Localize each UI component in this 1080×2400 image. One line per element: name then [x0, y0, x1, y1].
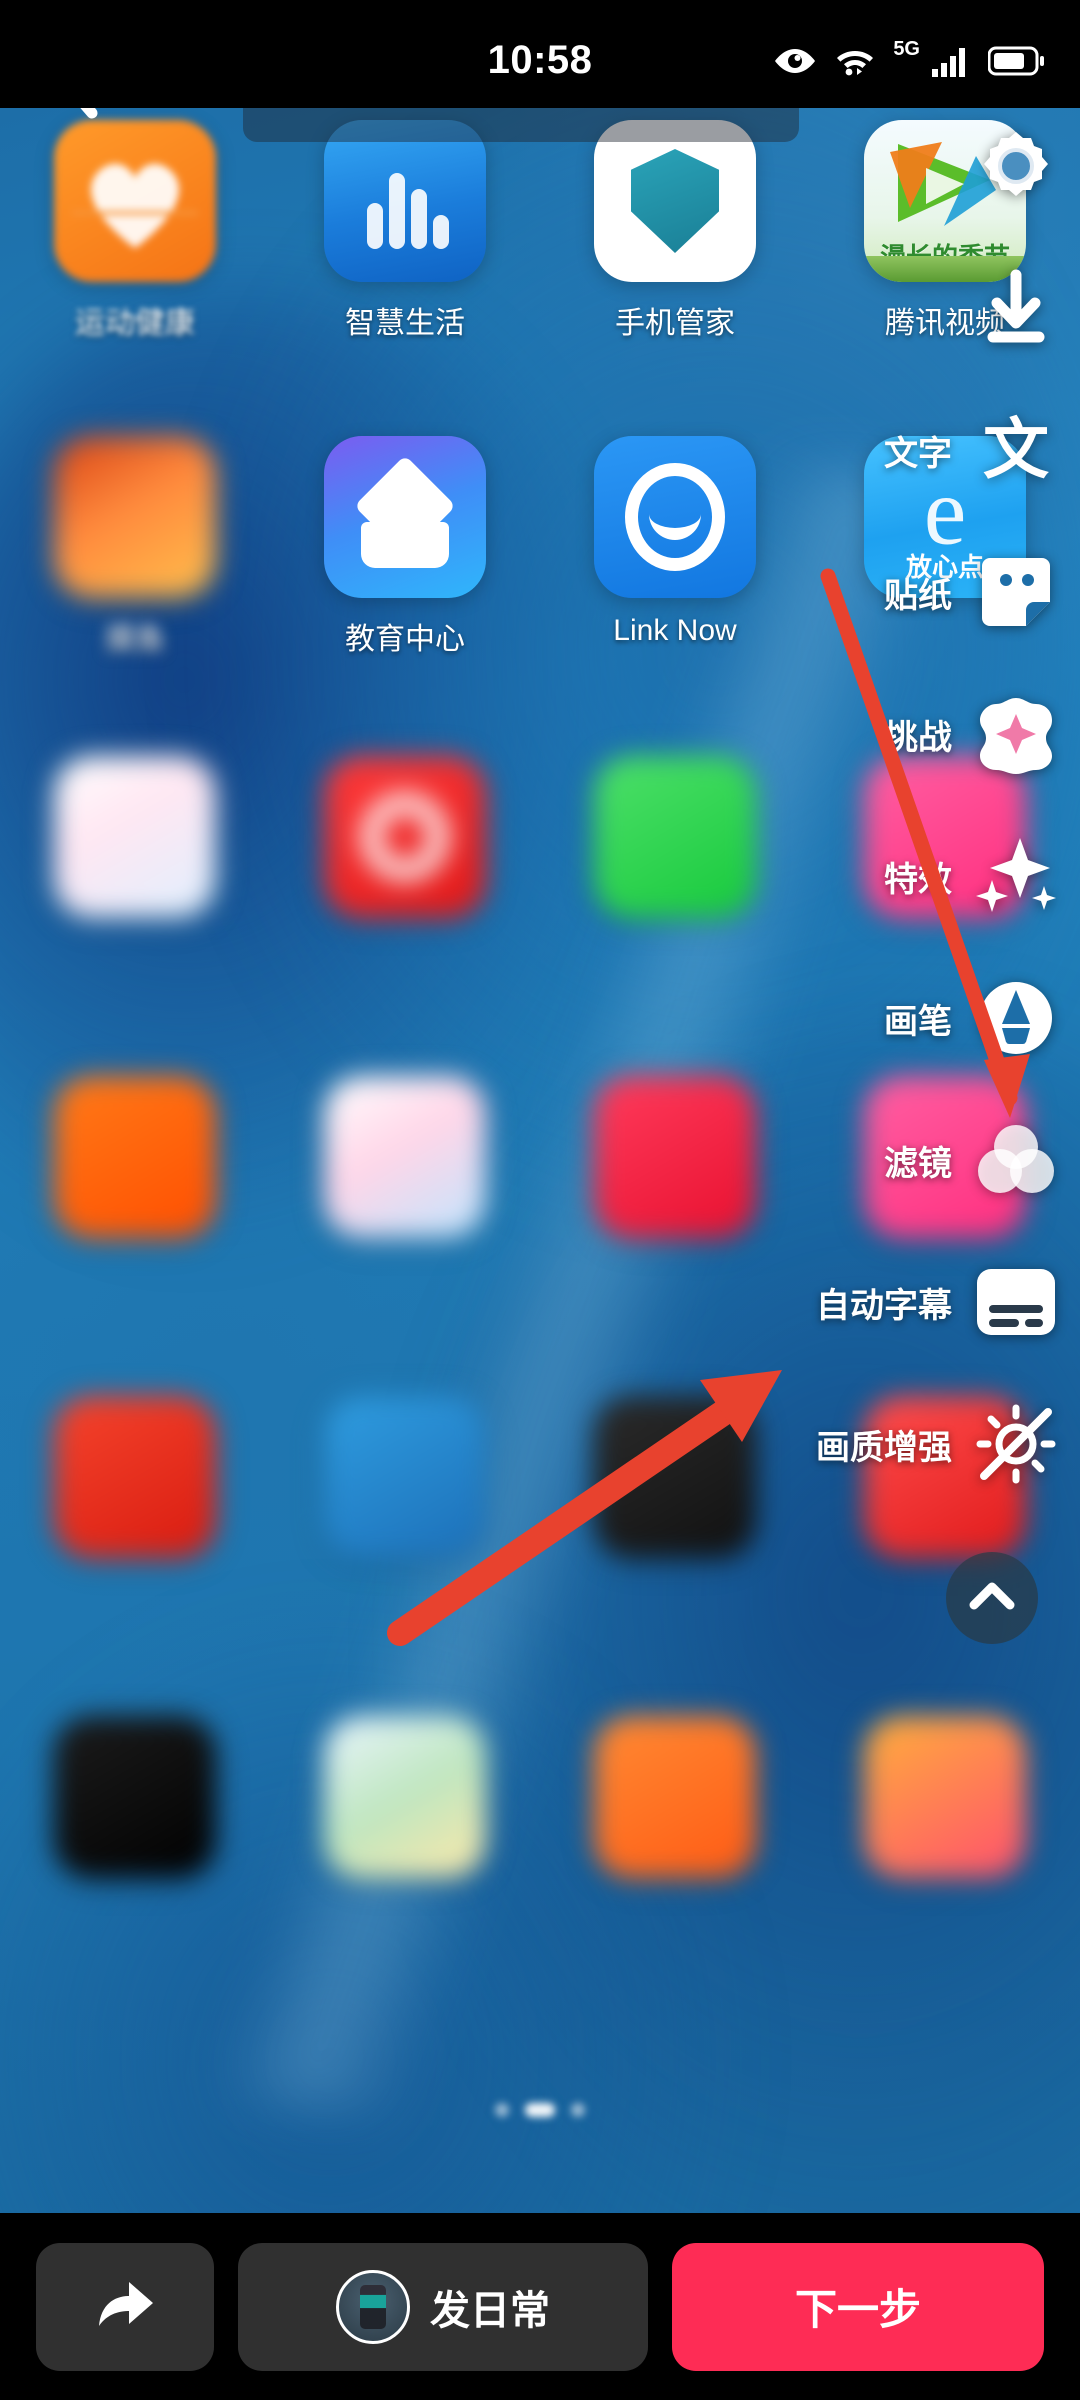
app-label: [671, 1574, 679, 1608]
app-label: 运动健康: [75, 307, 195, 340]
character-app-icon: [324, 1396, 486, 1558]
home-page-indicator: [0, 2103, 1080, 2117]
editor-bottom-bar: 发日常 下一步: [0, 2213, 1080, 2400]
tool-auto-caption[interactable]: 自动字幕: [728, 1256, 1058, 1348]
app-label: [941, 1894, 949, 1928]
battery-icon: [988, 46, 1044, 76]
app-tile[interactable]: [0, 1068, 270, 1368]
tool-filter[interactable]: 滤镜: [728, 1114, 1058, 1206]
download-icon: [974, 266, 1058, 350]
svg-text:文: 文: [983, 412, 1049, 486]
status-bar: 10:58 5G: [0, 0, 1080, 108]
app-label: [671, 1894, 679, 1928]
tool-label: 滤镜: [884, 1144, 952, 1183]
app-tile[interactable]: 教育中心: [270, 428, 540, 728]
app-tile[interactable]: 智慧生活: [270, 112, 540, 412]
app-tile[interactable]: [540, 1708, 810, 2008]
challenge-icon: [974, 692, 1058, 776]
tool-label: 画笔: [884, 1002, 952, 1041]
network-type-label: 5G: [893, 38, 920, 60]
tool-challenge[interactable]: 挑战: [728, 688, 1058, 780]
app-tile[interactable]: [0, 1388, 270, 1688]
tool-label: 挑战: [884, 718, 952, 757]
tool-label: 贴纸: [884, 576, 952, 615]
effects-sparkle-icon: [974, 834, 1058, 918]
app-tile[interactable]: [270, 748, 540, 1048]
chevron-up-icon: [969, 1581, 1015, 1616]
app-label: [401, 1894, 409, 1928]
smart-life-icon: [324, 120, 486, 282]
app-tile[interactable]: 摸鱼: [0, 428, 270, 728]
netease-music-icon: [324, 756, 486, 918]
app-tile[interactable]: [270, 1708, 540, 2008]
taobao-icon: [54, 1076, 216, 1238]
app-tile[interactable]: [810, 1708, 1080, 2008]
wifi-icon: [834, 45, 876, 77]
eye-comfort-icon: [773, 47, 817, 75]
tool-effects[interactable]: 特效: [728, 830, 1058, 922]
huawei-health-icon: [54, 120, 216, 282]
share-button[interactable]: [36, 2242, 214, 2371]
tool-label: 画质增强: [816, 1428, 952, 1467]
brush-icon: [974, 976, 1058, 1060]
avatar: [336, 2269, 410, 2344]
tool-sticker[interactable]: 贴纸: [728, 546, 1058, 638]
app-label: [131, 934, 139, 968]
app-label: Link Now: [613, 614, 737, 647]
gallery-icon: [54, 756, 216, 918]
app-label: 教育中心: [345, 623, 465, 656]
share-arrow-icon: [91, 2274, 159, 2339]
app-tile[interactable]: [270, 1068, 540, 1368]
sticker-icon: [974, 550, 1058, 634]
jd-icon: [54, 1396, 216, 1558]
settings-gear-icon: [974, 124, 1058, 208]
next-step-label: 下一步: [794, 2286, 921, 2333]
post-daily-button[interactable]: 发日常: [238, 2242, 648, 2371]
tool-label: 文字: [884, 434, 952, 473]
tool-quality-enhance[interactable]: 画质增强: [728, 1398, 1058, 1490]
tool-settings[interactable]: [728, 120, 1058, 212]
app-tile[interactable]: [270, 1388, 540, 1688]
tool-text[interactable]: 文字 文: [728, 404, 1058, 496]
tool-brush[interactable]: 画笔: [728, 972, 1058, 1064]
signal-bars-icon: [931, 45, 971, 77]
tool-label: 特效: [884, 860, 952, 899]
post-daily-label: 发日常: [430, 2288, 550, 2333]
editor-tool-rail: 文字 文 贴纸 挑战 特效 画笔 滤镜 自动字幕 画质增强: [728, 120, 1058, 1540]
map-icon: [324, 1716, 486, 1878]
app-label: [401, 1574, 409, 1608]
app-label: 摸鱼: [105, 623, 165, 656]
app-tile[interactable]: [0, 748, 270, 1048]
quality-enhance-off-icon: [974, 1402, 1058, 1486]
app-label: [671, 1254, 679, 1288]
app-label: [401, 1254, 409, 1288]
sunset-app-icon: [864, 1716, 1026, 1878]
collapse-tool-rail-button[interactable]: [946, 1552, 1038, 1644]
app-label: [401, 934, 409, 968]
app-label: 智慧生活: [345, 307, 465, 340]
game-icon: [54, 436, 216, 598]
photos-icon: [324, 1076, 486, 1238]
auto-caption-icon: [974, 1260, 1058, 1344]
education-center-icon: [324, 436, 486, 598]
orange-app-icon: [594, 1716, 756, 1878]
app-tile[interactable]: [0, 1708, 270, 2008]
filter-circles-icon: [974, 1118, 1058, 1202]
app-label: [131, 1254, 139, 1288]
app-label: [131, 1574, 139, 1608]
next-step-button[interactable]: 下一步: [672, 2242, 1044, 2371]
app-label: [131, 1894, 139, 1928]
app-label: 手机管家: [615, 307, 735, 340]
tool-download[interactable]: [728, 262, 1058, 354]
status-bar-icons: 5G: [773, 38, 1044, 82]
tool-label: 自动字幕: [816, 1286, 952, 1325]
text-icon: 文: [974, 408, 1058, 492]
app-tile[interactable]: 运动健康: [0, 112, 270, 412]
app-label: [671, 934, 679, 968]
dark-app-icon: [54, 1716, 216, 1878]
